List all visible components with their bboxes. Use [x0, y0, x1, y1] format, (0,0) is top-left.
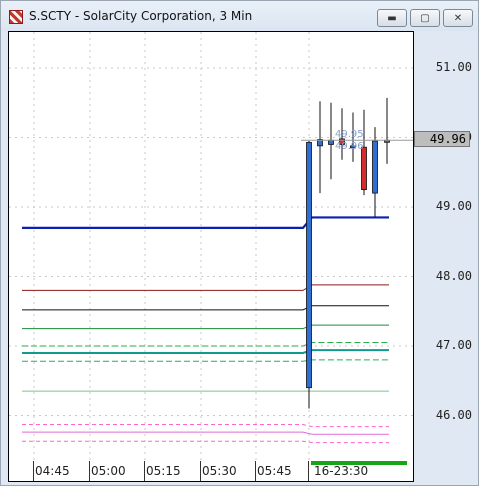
chart-app-icon: [9, 10, 23, 24]
candle-body[interactable]: [372, 140, 378, 194]
candle-body[interactable]: [361, 146, 367, 191]
x-tick-label: 05:15: [146, 464, 181, 478]
x-tick-label: 16-23:30: [314, 464, 369, 478]
close-icon: ✕: [453, 12, 463, 24]
y-tick-label: 49.00: [435, 199, 472, 213]
candle-body[interactable]: [306, 141, 312, 389]
y-tick-label: 46.00: [435, 407, 472, 422]
chart-window: S.SCTY - SolarCity Corporation, 3 Min ▬ …: [0, 0, 479, 486]
indicator-line-dark-blue-level: [22, 216, 389, 229]
indicator-line-pink-dashed-upper: [22, 424, 389, 428]
indicator-line-green-level: [22, 324, 389, 330]
y-tick-label: 51.00: [435, 60, 472, 74]
x-tick-separator: [33, 461, 34, 481]
x-tick-separator: [89, 461, 90, 481]
indicator-line-green-dashed-upper: [22, 342, 389, 347]
chart-canvas: 49.9549.96: [9, 32, 413, 462]
candle-price-label: 49.95: [335, 129, 364, 140]
indicator-line-teal-level: [22, 349, 389, 354]
last-price-flag: 49.96: [414, 131, 470, 148]
x-tick-separator: [144, 461, 145, 481]
indicator-line-black-level: [22, 305, 389, 311]
x-tick-label: 04:45: [35, 464, 70, 478]
indicator-line-pink-level: [22, 431, 389, 435]
y-axis[interactable]: 51.0050.0049.0048.0047.0046.00: [414, 31, 478, 461]
x-axis[interactable]: 04:45 05:00 05:15 05:30 05:45 16-23:30: [8, 461, 414, 482]
y-tick-label: 47.00: [435, 338, 472, 352]
maximize-button[interactable]: ▢: [410, 9, 440, 27]
x-tick-label: 05:30: [202, 464, 237, 478]
x-tick-label: 05:00: [91, 464, 126, 478]
title-bar[interactable]: S.SCTY - SolarCity Corporation, 3 Min ▬ …: [1, 1, 478, 31]
indicator-line-dark-red-level: [22, 284, 389, 291]
x-tick-separator: [308, 461, 309, 481]
x-tick-label: 05:45: [257, 464, 292, 478]
y-tick-label: 48.00: [435, 268, 472, 283]
window-title: S.SCTY - SolarCity Corporation, 3 Min: [29, 9, 253, 23]
candle-price-label: 49.96: [335, 141, 364, 152]
maximize-icon: ▢: [420, 12, 430, 24]
indicator-line-pink-dashed-lower: [22, 440, 389, 444]
chart-plot-area[interactable]: 49.95 49.96: [8, 31, 414, 463]
minimize-icon: ▬: [387, 12, 397, 24]
x-tick-separator: [255, 461, 256, 481]
close-button[interactable]: ✕: [443, 9, 473, 27]
minimize-button[interactable]: ▬: [377, 9, 407, 27]
candle-body[interactable]: [328, 139, 334, 145]
x-tick-separator: [200, 461, 201, 481]
indicator-line-green-dashed-lower: [22, 359, 389, 362]
